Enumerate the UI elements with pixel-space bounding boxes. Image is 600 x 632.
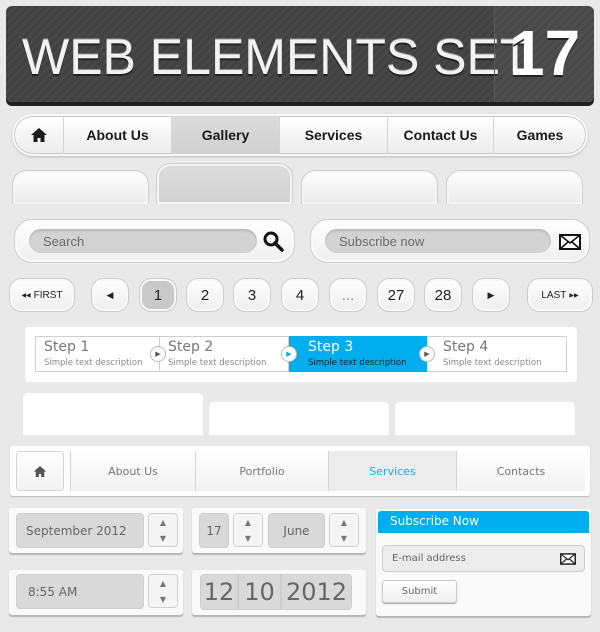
up-arrow-icon[interactable]: ▲: [160, 579, 166, 588]
page-ellipsis: ...: [329, 278, 367, 312]
subscribe-widget: Subscribe Now E-mail address Submit: [376, 509, 591, 616]
page-3[interactable]: 3: [233, 278, 271, 312]
down-arrow-icon[interactable]: ▼: [160, 595, 166, 604]
date-month[interactable]: 10: [238, 574, 281, 610]
search-icon[interactable]: [263, 231, 285, 253]
banner: WEB ELEMENTS SET 17: [6, 6, 594, 102]
card-tab-2[interactable]: [209, 402, 389, 435]
nav-about-us[interactable]: About Us: [64, 116, 172, 154]
down-arrow-icon[interactable]: ▼: [245, 534, 251, 543]
down-arrow-icon[interactable]: ▼: [160, 534, 166, 543]
nav-games[interactable]: Games: [494, 116, 586, 154]
page-1[interactable]: 1: [139, 278, 177, 312]
nav2-services[interactable]: Services: [329, 451, 457, 491]
step-arrow-icon: ▶: [281, 346, 297, 362]
nav2-about-us[interactable]: About Us: [70, 451, 196, 491]
submit-button[interactable]: Submit: [382, 580, 457, 603]
home-icon: [30, 128, 47, 142]
nav-contact-us[interactable]: Contact Us: [388, 116, 494, 154]
chevron-right-icon: ▶: [487, 289, 495, 300]
month-year-spinner[interactable]: ▲ ▼: [148, 513, 178, 547]
nav-gallery[interactable]: Gallery: [172, 116, 280, 154]
pagination-next[interactable]: ▶: [472, 278, 510, 312]
date-day[interactable]: 12: [200, 574, 238, 610]
top-navigation: About Us Gallery Services Contact Us Gam…: [12, 114, 588, 156]
page-28[interactable]: 28: [424, 278, 462, 312]
chevron-left-icon: ◀: [106, 289, 114, 300]
subscribe-widget-title: Subscribe Now: [378, 511, 589, 533]
page-27[interactable]: 27: [377, 278, 415, 312]
email-input[interactable]: E-mail address: [382, 545, 585, 572]
page-4[interactable]: 4: [281, 278, 319, 312]
tab-1[interactable]: [12, 170, 149, 204]
banner-number: 17: [509, 17, 581, 89]
month-year-picker: September 2012 ▲ ▼: [9, 508, 183, 553]
subscribe-input[interactable]: Subscribe now: [325, 229, 551, 253]
time-field[interactable]: 8:55 AM: [16, 574, 144, 609]
card-tab-3[interactable]: [395, 402, 575, 435]
nav-services[interactable]: Services: [280, 116, 388, 154]
home-button[interactable]: [14, 116, 64, 154]
date-year[interactable]: 2012: [281, 574, 352, 610]
step-4[interactable]: Step 4 Simple text description: [427, 336, 567, 372]
subscribe-bar: Subscribe now: [310, 219, 590, 263]
step-arrow-icon: ▶: [150, 346, 166, 362]
date-display: 12 10 2012: [192, 570, 366, 615]
double-left-icon: ◀◀: [21, 292, 31, 299]
mail-icon[interactable]: [559, 234, 581, 250]
secondary-navigation: About Us Portfolio Services Contacts: [10, 446, 590, 496]
tab-3[interactable]: [301, 170, 438, 204]
down-arrow-icon[interactable]: ▼: [341, 534, 347, 543]
home-button[interactable]: [16, 451, 64, 491]
step-1[interactable]: Step 1 Simple text description: [35, 336, 160, 372]
month-year-field[interactable]: September 2012: [16, 513, 144, 548]
day-field[interactable]: 17: [199, 513, 229, 548]
up-arrow-icon[interactable]: ▲: [245, 518, 251, 527]
pagination-prev[interactable]: ◀: [91, 278, 129, 312]
tab-2-active[interactable]: [156, 163, 293, 204]
search-input[interactable]: Search: [29, 229, 257, 253]
pagination-last[interactable]: LAST ▶▶: [527, 278, 593, 312]
mail-icon: [560, 553, 576, 565]
time-picker: 8:55 AM ▲ ▼: [9, 570, 183, 615]
step-arrow-icon: ▶: [419, 346, 435, 362]
home-icon: [33, 465, 47, 477]
up-arrow-icon[interactable]: ▲: [341, 518, 347, 527]
nav2-contacts[interactable]: Contacts: [457, 451, 585, 491]
tab-4[interactable]: [446, 170, 583, 204]
up-arrow-icon[interactable]: ▲: [160, 518, 166, 527]
day-month-picker: 17 ▲ ▼ June ▲ ▼: [192, 508, 366, 553]
step-2[interactable]: Step 2 Simple text description: [160, 336, 289, 372]
steps-panel: Step 1 Simple text description ▶ Step 2 Si…: [25, 327, 577, 382]
day-spinner[interactable]: ▲ ▼: [233, 513, 263, 547]
step-3-active[interactable]: Step 3 Simple text description: [289, 336, 427, 372]
card-tab-1[interactable]: [23, 393, 203, 435]
page-2[interactable]: 2: [186, 278, 224, 312]
month-field[interactable]: June: [268, 513, 325, 548]
time-spinner[interactable]: ▲ ▼: [148, 574, 178, 608]
double-right-icon: ▶▶: [569, 292, 579, 299]
banner-title: WEB ELEMENTS SET: [22, 29, 531, 85]
banner-number-box: 17: [494, 6, 594, 102]
pagination-first[interactable]: ◀◀ FIRST: [9, 278, 75, 312]
nav2-portfolio[interactable]: Portfolio: [196, 451, 329, 491]
month-spinner[interactable]: ▲ ▼: [329, 513, 359, 547]
search-box: Search: [14, 219, 295, 263]
